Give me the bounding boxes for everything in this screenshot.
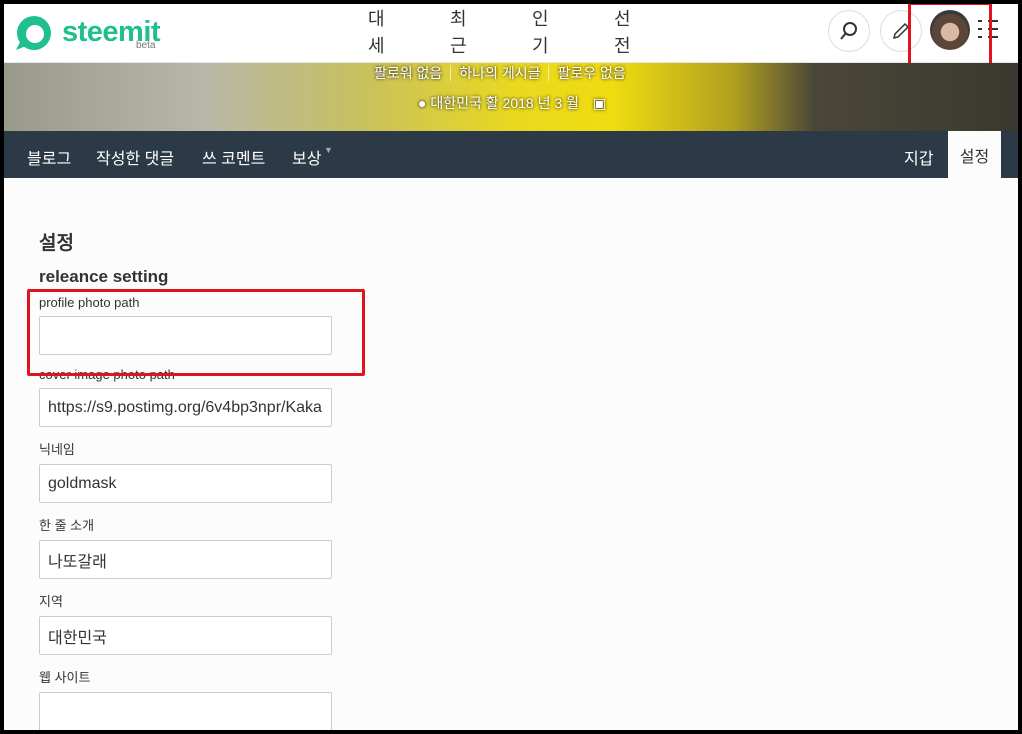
field-label: 닉네임 (39, 442, 75, 457)
tab-blog[interactable]: 블로그 (27, 145, 71, 169)
page: steemit beta 대세글 최근글 인기글 선전 팔로워 없음하나의 게시… (4, 4, 1018, 730)
about-field: 한 줄 소개 (39, 515, 332, 579)
settings-subtitle: releance setting (39, 267, 169, 286)
search-icon (840, 22, 857, 40)
followers-count[interactable]: 팔로워 없음 (366, 65, 452, 81)
profile-location: ● 대한민국 활 2018 년 3 월 ▣ (418, 93, 606, 113)
tab-rewards-label: 보상 (292, 151, 322, 168)
website-input[interactable] (39, 692, 332, 730)
highlight-avatar (908, 4, 992, 66)
field-label: 한 줄 소개 (39, 518, 95, 533)
following-count[interactable]: 팔로우 없음 (549, 65, 633, 81)
tab-replies[interactable]: 쓰 코멘트 (202, 145, 265, 169)
nickname-input[interactable] (39, 464, 332, 503)
cover-image-field: cover image photo path (39, 367, 332, 427)
location-pin-icon: ● (418, 95, 427, 111)
profile-nav: 블로그 작성한 댓글 쓰 코멘트 보상 ▼ 지갑 설정 (4, 131, 1018, 178)
website-field: 웹 사이트 (39, 667, 332, 730)
about-input[interactable] (39, 540, 332, 579)
header: steemit beta 대세글 최근글 인기글 선전 (4, 4, 1018, 83)
caret-down-icon: ▼ (321, 145, 333, 155)
tab-wallet[interactable]: 지갑 (904, 145, 933, 169)
tab-rewards[interactable]: 보상 ▼ (292, 145, 333, 169)
steemit-logo-icon (16, 16, 51, 50)
tab-settings[interactable]: 설정 (948, 131, 1001, 178)
search-button[interactable] (828, 10, 870, 52)
highlight-profile-photo (27, 289, 365, 376)
cover-image: 팔로워 없음 하나의 게시글 팔로우 없음 ● 대한민국 활 2018 년 3 월 … (4, 63, 1018, 131)
field-label: 웹 사이트 (39, 670, 91, 685)
calendar-icon: ▣ (592, 95, 607, 111)
location-joined-text: 대한민국 활 2018 년 3 월 (430, 95, 579, 111)
nickname-field: 닉네임 (39, 439, 332, 503)
field-label: 지역 (39, 594, 63, 609)
post-count[interactable]: 하나의 게시글 (451, 65, 550, 81)
location-input[interactable] (39, 616, 332, 655)
profile-stats: 팔로워 없음 하나의 게시글 팔로우 없음 (366, 63, 634, 83)
cover-image-input[interactable] (39, 388, 332, 427)
settings-title: 설정 (39, 233, 74, 254)
tab-comments[interactable]: 작성한 댓글 (96, 145, 174, 169)
location-field: 지역 (39, 591, 332, 655)
beta-label: beta (136, 40, 156, 51)
